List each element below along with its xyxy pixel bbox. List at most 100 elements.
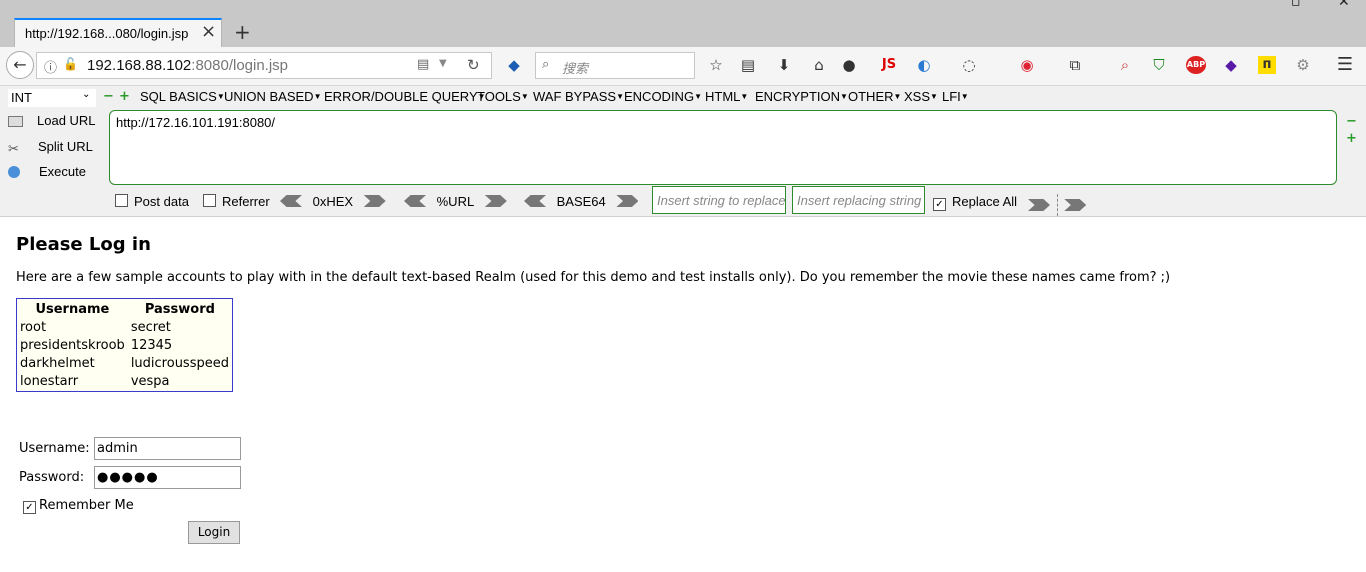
account-password: vespa bbox=[130, 374, 170, 389]
menu-html[interactable]: HTML▼ bbox=[705, 89, 748, 104]
replace-all-check[interactable]: ✓ bbox=[933, 198, 946, 211]
referrer-check[interactable] bbox=[203, 194, 216, 207]
tab-close-icon[interactable]: × bbox=[201, 22, 216, 42]
execute-button[interactable]: Execute bbox=[8, 164, 86, 179]
plus-icon[interactable]: + bbox=[119, 89, 130, 104]
int-select[interactable]: INT ⌄ bbox=[8, 89, 96, 107]
url-text[interactable]: 192.168.88.102:8080/login.jsp bbox=[87, 57, 288, 74]
url-encode-icon[interactable] bbox=[484, 195, 507, 207]
account-password: 12345 bbox=[130, 338, 173, 353]
menu-lfi[interactable]: LFI▼ bbox=[942, 89, 969, 104]
menu-sql-basics[interactable]: SQL BASICS▼ bbox=[140, 89, 225, 104]
back-button[interactable]: ← bbox=[6, 51, 34, 79]
info-icon[interactable]: ⓘ bbox=[44, 57, 57, 76]
base64-encode-icon[interactable] bbox=[616, 195, 639, 207]
tab-login[interactable]: http://192.168...080/login.jsp × bbox=[14, 18, 222, 47]
username-label: Username: bbox=[19, 441, 90, 456]
dropdown-arrow-icon[interactable]: ▼ bbox=[439, 58, 447, 69]
account-password: secret bbox=[130, 320, 171, 335]
load-url-button[interactable]: Load URL bbox=[8, 113, 96, 128]
search-bar[interactable]: ⌕ 搜索 bbox=[535, 52, 695, 79]
menu-xss[interactable]: XSS▼ bbox=[904, 89, 938, 104]
tab-strip: ▫ ✕ http://192.168...080/login.jsp × + bbox=[0, 0, 1366, 47]
account-username: presidentskroob bbox=[20, 338, 125, 353]
bookmark-star-icon[interactable]: ☆ bbox=[707, 56, 725, 74]
address-bar[interactable]: ⓘ 🔓 192.168.88.102:8080/login.jsp ▤ ▼ ↻ bbox=[36, 52, 492, 79]
settings-gear-icon[interactable]: ⚙ bbox=[1294, 56, 1312, 74]
restore-window-icon[interactable]: ▫ bbox=[1291, 0, 1301, 10]
password-label: Password: bbox=[19, 470, 85, 485]
account-password: ludicrousspeed bbox=[130, 356, 229, 371]
load-url-label: Load URL bbox=[37, 113, 96, 128]
hackbar-panel: INT ⌄ − + SQL BASICS▼ UNION BASED▼ ERROR… bbox=[0, 86, 1366, 217]
menu-icon[interactable]: ☰ bbox=[1336, 56, 1354, 74]
insecure-lock-icon[interactable]: 🔓 bbox=[63, 57, 78, 71]
menu-other[interactable]: OTHER▼ bbox=[848, 89, 901, 104]
menu-encoding[interactable]: ENCODING▼ bbox=[624, 89, 702, 104]
remember-me-checkbox[interactable]: ✓ Remember Me bbox=[23, 498, 134, 514]
extension-red-icon[interactable]: ◉ bbox=[1018, 56, 1036, 74]
new-tab-icon[interactable]: + bbox=[234, 20, 251, 44]
replace-all-checkbox[interactable]: ✓ Replace All bbox=[933, 194, 1017, 211]
menu-tools[interactable]: TOOLS▼ bbox=[477, 89, 529, 104]
hex-encode-icon[interactable] bbox=[363, 195, 386, 207]
replace-next-icon[interactable] bbox=[1064, 199, 1087, 211]
shield-w-icon[interactable]: ⛉ bbox=[1150, 56, 1168, 74]
table-row: darkhelmet ludicrousspeed bbox=[17, 355, 233, 373]
extension-layers-icon[interactable]: ◆ bbox=[1222, 56, 1240, 74]
extension-pi-icon[interactable]: п bbox=[1258, 56, 1276, 74]
reload-icon[interactable]: ↻ bbox=[467, 56, 480, 74]
reading-list-icon[interactable]: ▤ bbox=[739, 56, 757, 74]
username-input[interactable]: admin bbox=[94, 437, 241, 460]
remember-me-check[interactable]: ✓ bbox=[23, 501, 36, 514]
referrer-checkbox[interactable]: Referrer bbox=[203, 194, 270, 209]
extension-shield-icon[interactable]: ◆ bbox=[505, 56, 523, 74]
minus-icon[interactable]: − bbox=[103, 89, 114, 104]
split-url-button[interactable]: ✂ Split URL bbox=[8, 139, 93, 156]
download-icon[interactable]: ⬇ bbox=[775, 56, 793, 74]
adblock-icon[interactable]: ABP bbox=[1186, 56, 1206, 74]
extension-zoom-icon[interactable]: ⌕ bbox=[1116, 56, 1134, 74]
split-url-label: Split URL bbox=[38, 139, 93, 154]
replace-apply-icon[interactable] bbox=[1028, 199, 1050, 211]
menu-waf-bypass[interactable]: WAF BYPASS▼ bbox=[533, 89, 624, 104]
expand-icon[interactable]: + bbox=[1346, 131, 1357, 146]
password-input[interactable]: ●●●●● bbox=[94, 466, 241, 489]
load-url-icon bbox=[8, 116, 23, 127]
palette-icon[interactable]: ◌ bbox=[960, 56, 978, 74]
extension-circle-icon[interactable]: ● bbox=[840, 56, 858, 74]
hex-decode-icon[interactable] bbox=[280, 195, 302, 207]
post-data-checkbox[interactable]: Post data bbox=[115, 194, 189, 209]
url-decode-icon[interactable] bbox=[404, 195, 426, 207]
hackbar-url-textarea[interactable]: http://172.16.101.191:8080/ bbox=[109, 110, 1337, 185]
replacing-string-input[interactable]: Insert replacing string bbox=[792, 186, 925, 214]
close-window-icon[interactable]: ✕ bbox=[1338, 0, 1350, 10]
accounts-table: Username Password root secret presidents… bbox=[16, 298, 233, 392]
table-row: presidentskroob 12345 bbox=[17, 337, 233, 355]
post-data-check[interactable] bbox=[115, 194, 128, 207]
extension-share-icon[interactable]: ⧉ bbox=[1066, 56, 1084, 74]
hex-control: 0xHEX bbox=[280, 194, 386, 209]
url-encode-label: %URL bbox=[436, 194, 475, 209]
menu-error-double-query[interactable]: ERROR/DOUBLE QUERY▼ bbox=[324, 89, 486, 104]
table-row: lonestarr vespa bbox=[17, 373, 233, 392]
table-header-row: Username Password bbox=[17, 299, 233, 320]
login-button[interactable]: Login bbox=[188, 521, 240, 544]
account-username: root bbox=[20, 320, 47, 335]
menu-encryption[interactable]: ENCRYPTION▼ bbox=[755, 89, 848, 104]
execute-label: Execute bbox=[39, 164, 86, 179]
home-icon[interactable]: ⌂ bbox=[810, 56, 828, 74]
scissors-icon: ✂ bbox=[8, 141, 19, 156]
replace-string-input[interactable]: Insert string to replace bbox=[652, 186, 786, 214]
shrink-icon[interactable]: − bbox=[1346, 114, 1357, 129]
table-row: root secret bbox=[17, 319, 233, 337]
search-placeholder: 搜索 bbox=[562, 62, 589, 77]
page-action-icon[interactable]: ▤ bbox=[417, 57, 429, 72]
translate-icon[interactable]: ◐ bbox=[915, 56, 933, 74]
menu-union-based[interactable]: UNION BASED▼ bbox=[224, 89, 322, 104]
base64-decode-icon[interactable] bbox=[524, 195, 546, 207]
js-toggle-icon[interactable]: JS bbox=[878, 56, 900, 74]
password-header: Password bbox=[144, 302, 215, 317]
separator bbox=[1056, 194, 1058, 216]
search-icon: ⌕ bbox=[542, 57, 550, 72]
